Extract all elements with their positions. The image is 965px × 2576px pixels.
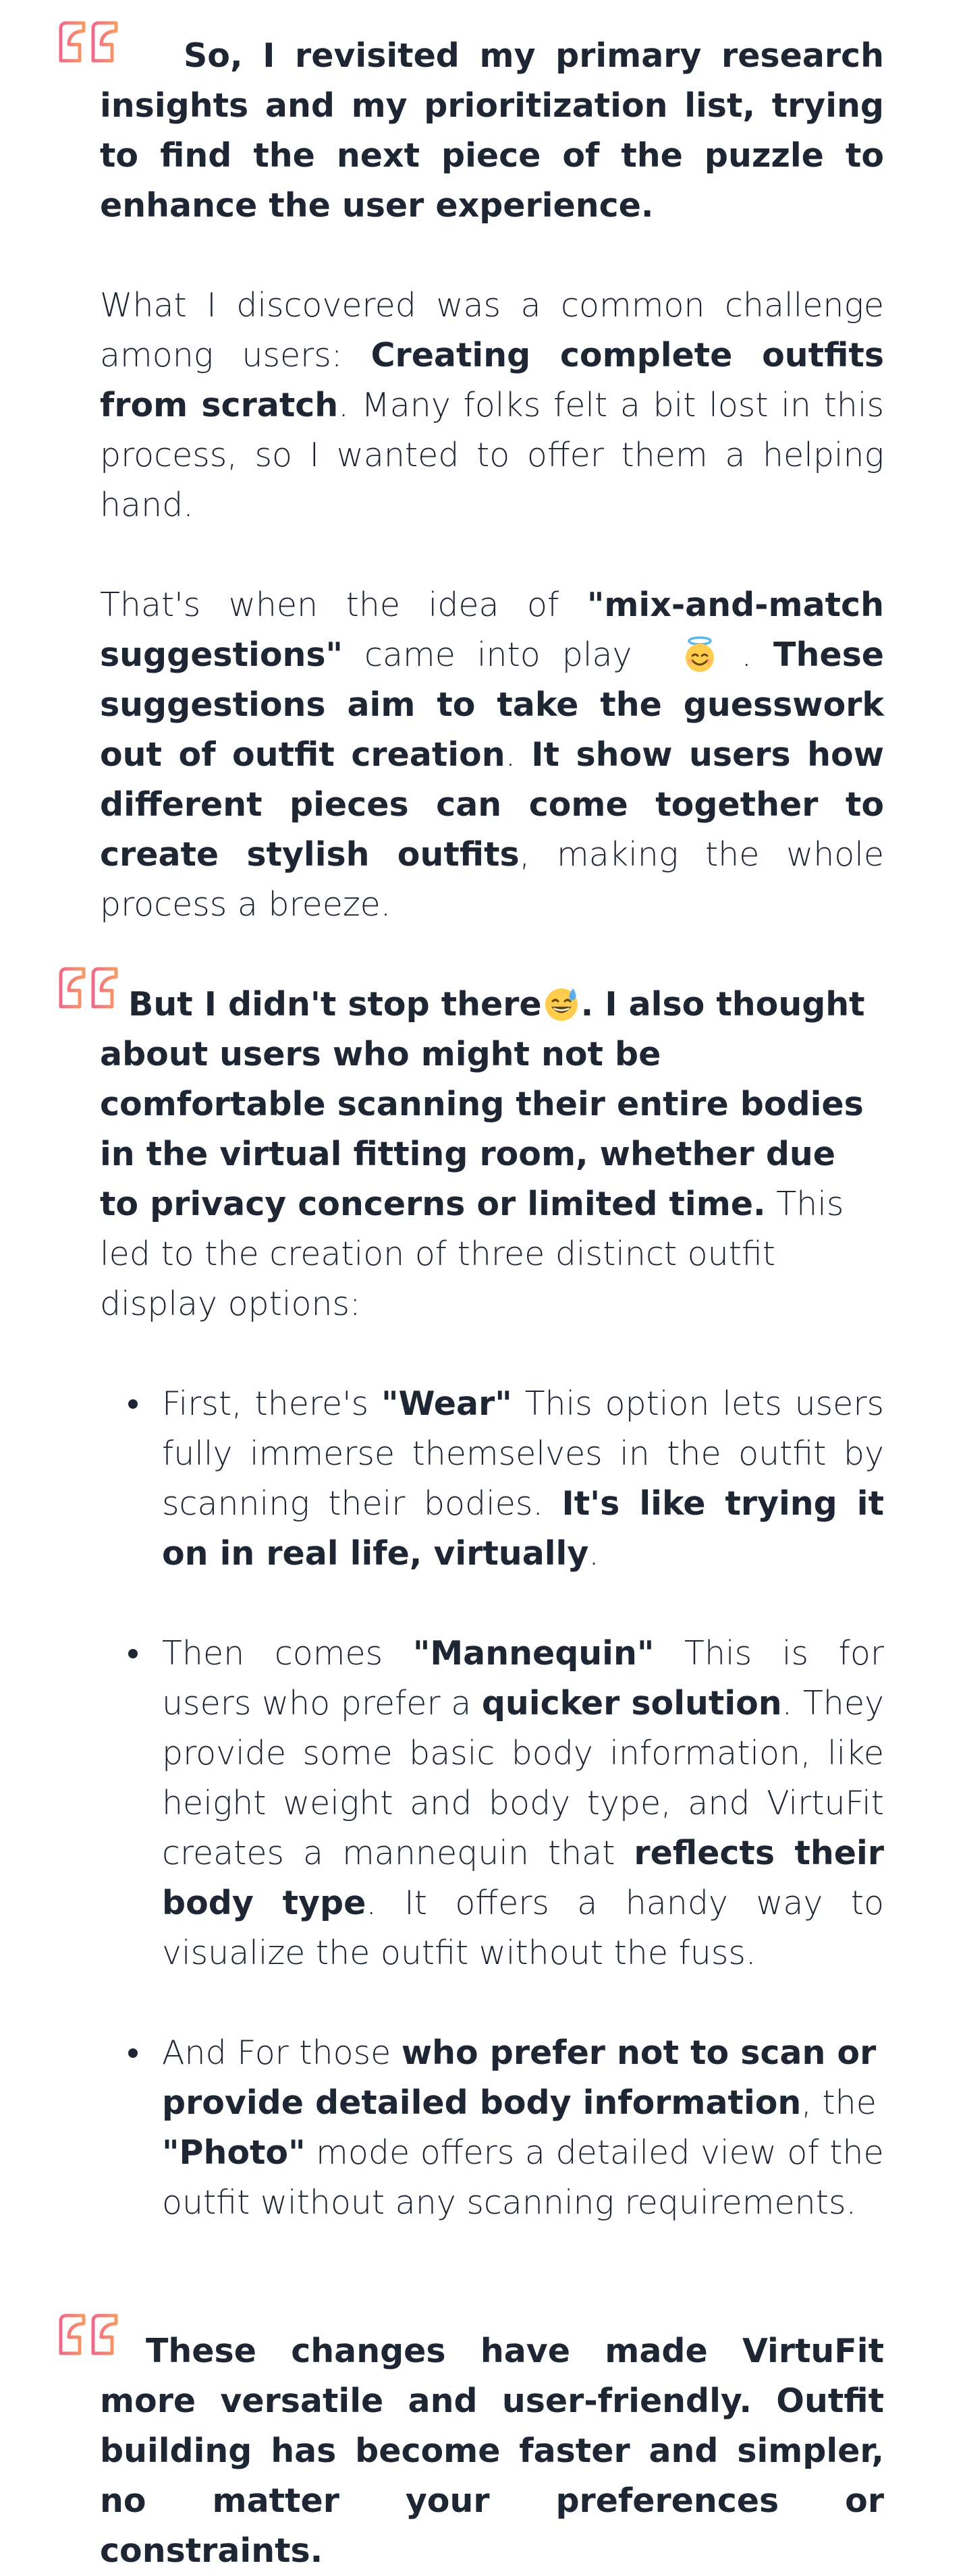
- grinning-face-with-sweat-icon: [542, 984, 581, 1024]
- bullet: [128, 2048, 138, 2058]
- case-study-page: So, I revisited my primary research insi…: [0, 0, 965, 2570]
- list-item-photo: And For those who prefer not to scan or …: [100, 2028, 884, 2228]
- section-conclusion: These changes have made VirtuFit more ve…: [100, 2326, 884, 2576]
- section-display-options: But I didn't stop there. I also thought …: [100, 980, 884, 2228]
- section3-lead: These changes have made VirtuFit more ve…: [100, 2332, 884, 2570]
- section-mix-and-match: So, I revisited my primary research insi…: [100, 31, 884, 930]
- list-item-wear: First, there's "Wear" This option lets u…: [100, 1379, 884, 1579]
- list-item-mannequin: Then comes "Mannequin" This is for users…: [100, 1629, 884, 1978]
- section2-lead: But I didn't stop there. I also thought …: [100, 984, 865, 1323]
- section1-paragraph-challenge: What I discovered was a common challenge…: [100, 286, 884, 524]
- display-options-list: First, there's "Wear" This option lets u…: [100, 1379, 884, 2228]
- bullet: [128, 1399, 138, 1409]
- section1-lead: So, I revisited my primary research insi…: [100, 36, 884, 225]
- smiling-face-with-halo-icon: [680, 635, 719, 674]
- bullet: [128, 1649, 138, 1658]
- section1-paragraph-suggestions: That's when the idea of "mix-and-match s…: [100, 586, 884, 924]
